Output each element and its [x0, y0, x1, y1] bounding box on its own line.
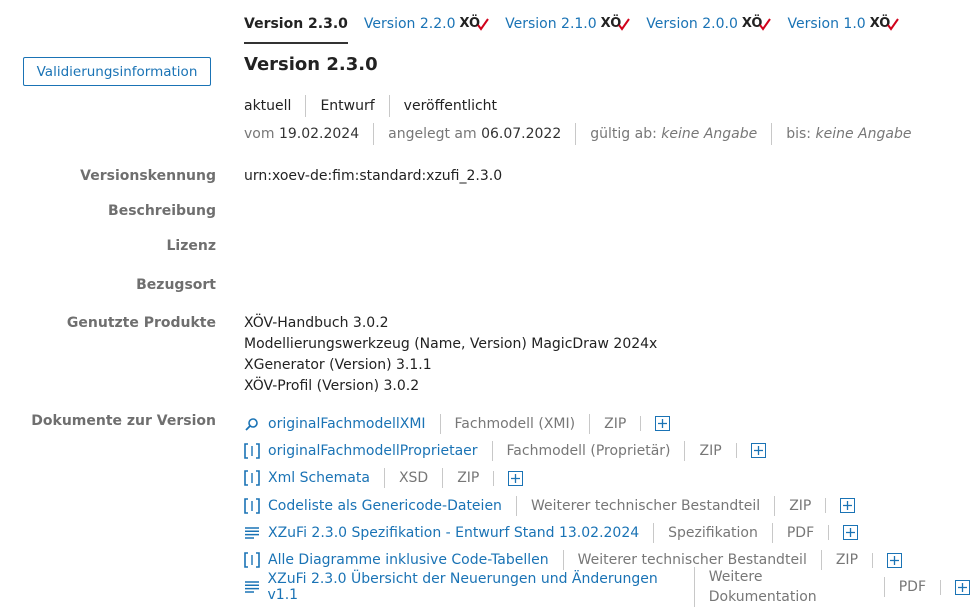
date-created-label: angelegt am	[388, 126, 477, 142]
document-format: PDF	[883, 577, 940, 598]
document-link[interactable]: Alle Diagramme inklusive Code-Tabellen	[268, 552, 549, 568]
product-item: XÖV-Handbuch 3.0.2	[244, 315, 389, 331]
status-published: veröffentlicht	[388, 95, 511, 117]
bezugsort-label: Bezugsort	[136, 277, 216, 293]
document-link[interactable]: originalFachmodellProprietaer	[268, 443, 478, 459]
versionskennung-value: urn:xoev-de:fim:standard:xzufi_2.3.0	[244, 168, 503, 184]
document-format: ZIP	[589, 413, 640, 434]
product-item: XÖV-Profil (Version) 3.0.2	[244, 378, 420, 394]
plus-icon[interactable]	[955, 579, 970, 595]
date-created-value: 06.07.2022	[481, 126, 562, 142]
plus-icon[interactable]	[840, 498, 856, 514]
date-from-value: 19.02.2024	[278, 126, 360, 142]
product-item: XGenerator (Version) 3.1.1	[244, 357, 432, 373]
tab-label: Version 2.1.0	[505, 16, 597, 32]
code-bracket-icon	[244, 497, 260, 514]
add-action	[825, 498, 856, 514]
document-format: ZIP	[442, 468, 493, 489]
xoev-badge: XÖ	[742, 14, 772, 34]
tab-label: Version 2.3.0	[244, 16, 348, 32]
document-type: Weiterer technischer Bestandteil	[515, 495, 774, 516]
document-link[interactable]: Codeliste als Genericode-Dateien	[268, 498, 502, 514]
valid-from-value: keine Angabe	[661, 126, 758, 142]
document-link[interactable]: originalFachmodellXMI	[268, 416, 426, 432]
xoev-badge: XÖ	[601, 14, 631, 34]
list-item: XZuFi 2.3.0 Spezifikation - Entwurf Stan…	[244, 519, 970, 546]
page-title: Version 2.3.0	[244, 54, 378, 75]
plus-icon[interactable]	[655, 416, 671, 432]
xoev-badge: XÖ	[870, 14, 900, 34]
add-action	[493, 470, 524, 486]
add-action	[640, 416, 671, 432]
checkmark-icon	[477, 17, 489, 31]
status-draft: Entwurf	[305, 95, 388, 117]
genutzte-produkte-label: Genutzte Produkte	[66, 315, 216, 331]
dokumente-label: Dokumente zur Version	[31, 413, 216, 429]
lizenz-label: Lizenz	[166, 238, 216, 254]
add-action	[828, 525, 859, 541]
document-type: XSD	[383, 468, 442, 489]
document-type: Spezifikation	[653, 522, 772, 543]
tab-label: Version 2.0.0	[646, 16, 738, 32]
plus-icon[interactable]	[508, 470, 524, 486]
valid-until: bis: keine Angabe	[771, 123, 925, 145]
status-row: aktuell Entwurf veröffentlicht	[244, 95, 511, 117]
version-tabs: Version 2.3.0 Version 2.2.0 XÖ Version 2…	[244, 14, 915, 46]
tab-version-2-3-0[interactable]: Version 2.3.0	[244, 14, 348, 44]
add-action	[735, 443, 766, 459]
document-link[interactable]: XZuFi 2.3.0 Übersicht der Neuerungen und…	[268, 571, 680, 603]
document-format: ZIP	[684, 440, 735, 461]
date-from-label: vom	[244, 126, 275, 142]
document-type: Weitere Dokumentation	[693, 567, 884, 607]
add-action	[872, 552, 903, 568]
tab-version-2-2-0[interactable]: Version 2.2.0 XÖ	[364, 14, 489, 34]
tab-label: Version 1.0	[787, 16, 866, 32]
document-link[interactable]: XZuFi 2.3.0 Spezifikation - Entwurf Stan…	[268, 525, 639, 541]
documents-list: originalFachmodellXMI Fachmodell (XMI) Z…	[244, 410, 970, 607]
add-action	[940, 579, 970, 595]
list-item: originalFachmodellProprietaer Fachmodell…	[244, 437, 970, 464]
tab-version-2-0-0[interactable]: Version 2.0.0 XÖ	[646, 14, 772, 34]
valid-until-label: bis:	[786, 126, 812, 142]
document-link[interactable]: Xml Schemata	[268, 470, 370, 486]
valid-until-value: keine Angabe	[815, 126, 912, 142]
valid-from: gültig ab: keine Angabe	[575, 123, 771, 145]
list-item: originalFachmodellXMI Fachmodell (XMI) Z…	[244, 410, 970, 437]
document-format: PDF	[771, 522, 828, 543]
date-from: vom 19.02.2024	[244, 123, 373, 145]
plus-icon[interactable]	[843, 525, 859, 541]
checkmark-icon	[887, 17, 900, 31]
list-item: XZuFi 2.3.0 Übersicht der Neuerungen und…	[244, 567, 970, 607]
products-list: XÖV-Handbuch 3.0.2 Modellierungswerkzeug…	[244, 313, 657, 397]
list-item: Xml Schemata XSD ZIP	[244, 465, 970, 492]
document-type: Fachmodell (Proprietär)	[491, 440, 685, 461]
product-item: Modellierungswerkzeug (Name, Version) Ma…	[244, 336, 658, 352]
valid-from-label: gültig ab:	[590, 126, 657, 142]
code-bracket-icon	[244, 552, 260, 568]
beschreibung-label: Beschreibung	[108, 203, 216, 219]
code-bracket-icon	[244, 443, 260, 459]
dates-row: vom 19.02.2024 angelegt am 06.07.2022 gü…	[244, 123, 925, 145]
xoev-badge: XÖ	[459, 14, 489, 34]
list-item: Codeliste als Genericode-Dateien Weitere…	[244, 492, 970, 519]
search-zoom-icon	[244, 416, 260, 432]
tab-version-2-1-0[interactable]: Version 2.1.0 XÖ	[505, 14, 631, 34]
date-created: angelegt am 06.07.2022	[373, 123, 575, 145]
checkmark-icon	[618, 17, 631, 31]
document-type: Fachmodell (XMI)	[439, 413, 590, 434]
code-bracket-icon	[244, 470, 260, 487]
plus-icon[interactable]	[750, 443, 766, 459]
document-lines-icon	[244, 579, 260, 595]
document-lines-icon	[244, 525, 260, 541]
document-format: ZIP	[774, 495, 825, 516]
tab-version-1-0[interactable]: Version 1.0 XÖ	[787, 14, 900, 34]
checkmark-icon	[759, 17, 772, 31]
validation-info-button[interactable]: Validierungsinformation	[23, 57, 211, 86]
plus-icon[interactable]	[887, 552, 903, 568]
versionskennung-label: Versionskennung	[80, 168, 216, 184]
tab-label: Version 2.2.0	[363, 16, 456, 32]
status-current: aktuell	[244, 98, 292, 114]
